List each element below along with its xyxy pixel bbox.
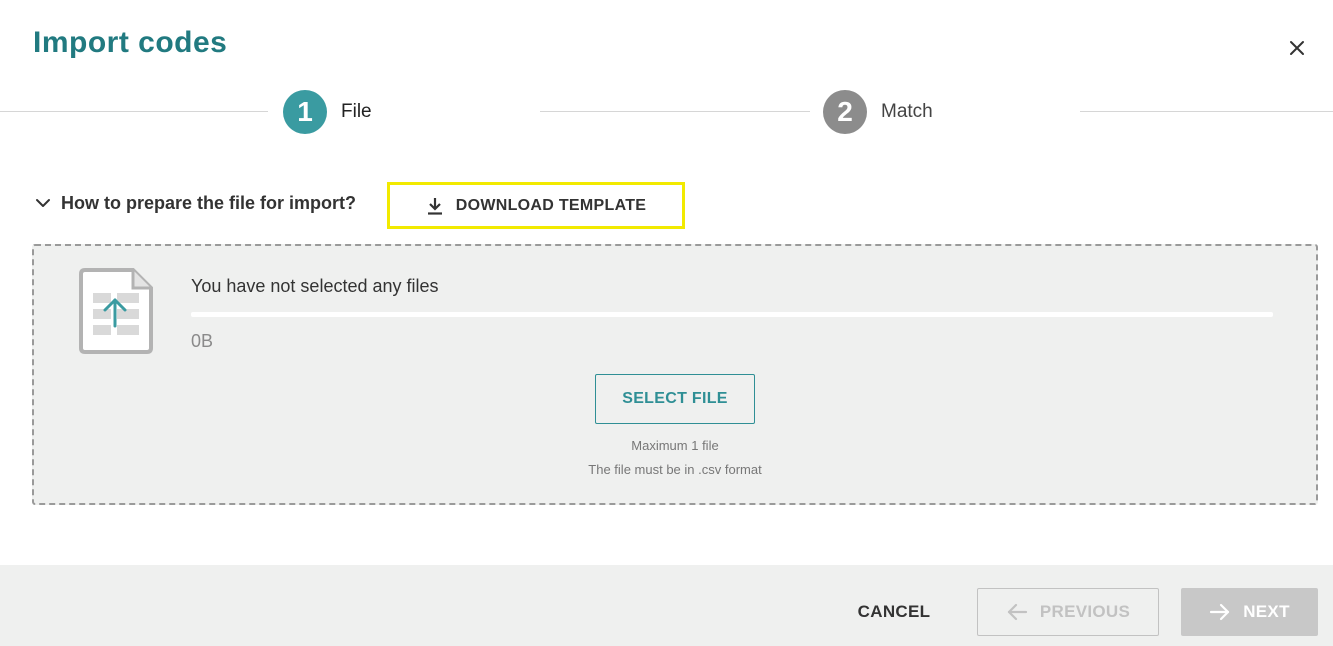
- upload-progress-bar: [191, 312, 1273, 317]
- import-codes-dialog: Import codes 1 File 2 Match How to prepa…: [0, 0, 1333, 646]
- download-template-label: DOWNLOAD TEMPLATE: [455, 196, 647, 214]
- file-status-text: You have not selected any files: [191, 276, 439, 296]
- previous-label: PREVIOUS: [1039, 602, 1131, 621]
- step-label: File: [341, 101, 372, 122]
- arrow-left-icon: [1007, 603, 1027, 621]
- step-divider: [0, 111, 268, 112]
- dialog-title: Import codes: [33, 26, 228, 59]
- download-template-button[interactable]: DOWNLOAD TEMPLATE: [387, 182, 685, 229]
- stepper: 1 File 2 Match: [0, 88, 1333, 136]
- step-file: 1 File: [283, 90, 372, 134]
- select-file-button[interactable]: SELECT FILE: [595, 374, 755, 424]
- import-help-toggle[interactable]: How to prepare the file for import?: [33, 188, 356, 218]
- next-button[interactable]: NEXT: [1181, 588, 1318, 636]
- next-label: NEXT: [1243, 602, 1290, 621]
- step-label: Match: [881, 101, 933, 122]
- file-size-text: 0B: [191, 331, 214, 351]
- close-icon: [1290, 41, 1304, 55]
- chevron-down-icon: [36, 199, 50, 207]
- step-match: 2 Match: [823, 90, 933, 134]
- cancel-button[interactable]: CANCEL: [842, 589, 946, 635]
- close-button[interactable]: [1285, 36, 1309, 60]
- previous-button[interactable]: PREVIOUS: [977, 588, 1159, 636]
- step-divider: [540, 111, 810, 112]
- file-format-hint: The file must be in .csv format: [588, 462, 762, 477]
- step-divider: [1080, 111, 1333, 112]
- file-upload-icon: [79, 268, 153, 354]
- step-number-circle: 2: [823, 90, 867, 134]
- file-drop-zone[interactable]: You have not selected any files 0B SELEC…: [32, 244, 1318, 505]
- step-number-circle: 1: [283, 90, 327, 134]
- arrow-right-icon: [1210, 603, 1230, 621]
- dialog-footer: CANCEL PREVIOUS NEXT: [0, 565, 1333, 646]
- max-files-hint: Maximum 1 file: [631, 438, 719, 453]
- help-toggle-label: How to prepare the file for import?: [61, 192, 357, 213]
- download-icon: [427, 197, 442, 215]
